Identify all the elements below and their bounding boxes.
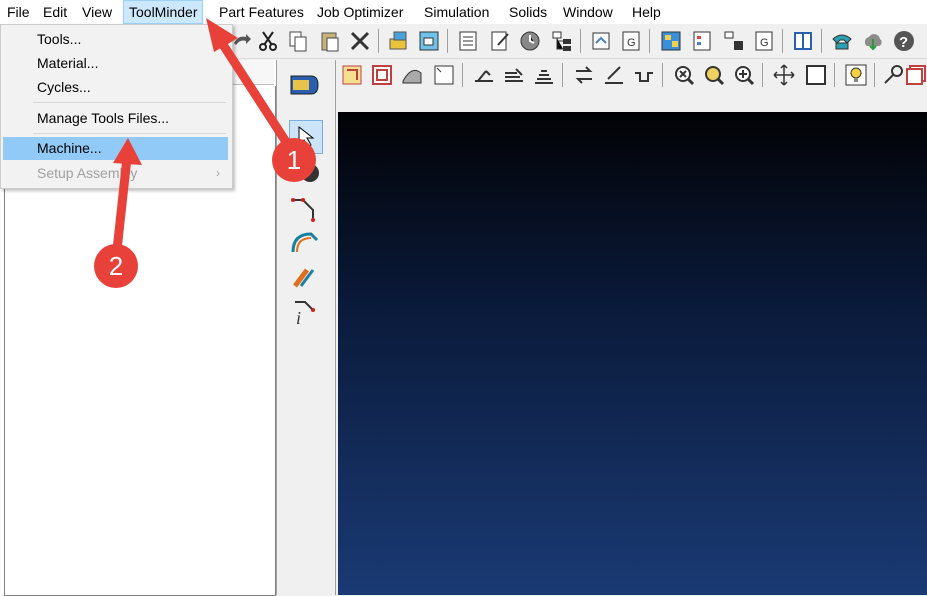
menu-solids[interactable]: Solids	[504, 0, 552, 24]
menu-file[interactable]: File	[2, 0, 35, 24]
menu-item-tools[interactable]: Tools...	[3, 28, 228, 51]
svg-text:?: ?	[899, 34, 908, 51]
zoom-window-icon[interactable]	[702, 63, 726, 87]
feature-toolbar: i	[277, 60, 336, 595]
probe-icon[interactable]	[882, 63, 906, 87]
reverse-direction-icon[interactable]	[572, 63, 596, 87]
view-setup-icon[interactable]	[417, 29, 441, 53]
menu-item-cycles[interactable]: Cycles...	[3, 76, 228, 99]
delete-icon[interactable]	[348, 29, 372, 53]
menu-help[interactable]: Help	[627, 0, 666, 24]
toolminder-dropdown: Tools... Material... Cycles... Manage To…	[0, 24, 233, 189]
clock-icon[interactable]	[518, 29, 542, 53]
tree-structure-icon[interactable]	[550, 29, 574, 53]
toolbar-separator	[447, 29, 448, 53]
toolbar-separator	[580, 29, 581, 53]
surface-feature-icon[interactable]	[400, 63, 424, 87]
copy-icon[interactable]	[286, 29, 310, 53]
cloud-update-icon[interactable]	[861, 29, 885, 53]
menu-edit[interactable]: Edit	[38, 0, 72, 24]
svg-text:G: G	[627, 37, 636, 49]
menu-item-machine[interactable]: Machine...	[3, 137, 228, 160]
zoom-in-icon[interactable]	[732, 63, 756, 87]
edit-notes-icon[interactable]	[488, 29, 512, 53]
pointer-arrow-icon	[298, 125, 315, 148]
menu-simulation[interactable]: Simulation	[419, 0, 494, 24]
toolbar-separator	[462, 63, 463, 87]
feature-wizard-icon[interactable]	[287, 68, 321, 102]
toolbar-separator	[378, 29, 379, 53]
toolbar-separator	[874, 63, 875, 87]
menu-job-optimizer[interactable]: Job Optimizer	[312, 0, 408, 24]
contour-icon[interactable]	[472, 63, 496, 87]
phone-support-icon[interactable]	[830, 29, 854, 53]
svg-text:G: G	[760, 37, 769, 49]
feature-sphere-icon[interactable]	[287, 158, 321, 192]
part-stock-icon[interactable]	[387, 29, 411, 53]
toolbar-separator	[662, 63, 663, 87]
zoom-extents-icon[interactable]	[672, 63, 696, 87]
split-view-icon[interactable]	[791, 29, 815, 53]
pan-icon[interactable]	[772, 63, 796, 87]
stock-feature-icon[interactable]	[432, 63, 456, 87]
setup-tree-icon[interactable]	[722, 29, 746, 53]
toolbar-separator	[834, 63, 835, 87]
menu-part-features[interactable]: Part Features	[214, 0, 309, 24]
toolbar-separator	[562, 63, 563, 87]
menu-item-setup-assembly[interactable]: Setup Assembly ›	[3, 162, 228, 185]
setup-assembly-label: Setup Assembly	[37, 165, 138, 181]
redo-icon[interactable]	[230, 29, 254, 53]
pocket-feature-icon[interactable]	[370, 63, 394, 87]
menu-item-material[interactable]: Material...	[3, 52, 228, 75]
menu-separator	[33, 133, 226, 134]
3d-viewport[interactable]	[338, 112, 927, 595]
toolbar-separator	[649, 29, 650, 53]
fit-box-icon[interactable]	[804, 63, 828, 87]
menu-toolminder[interactable]: ToolMinder	[123, 0, 204, 24]
g-code-icon[interactable]: G	[619, 29, 643, 53]
chain-arc-icon[interactable]	[287, 226, 321, 260]
select-tool-button[interactable]	[289, 120, 323, 154]
menu-separator	[33, 102, 226, 103]
layers-icon[interactable]	[904, 63, 927, 87]
submenu-arrow-icon: ›	[216, 166, 220, 180]
view-toolbar	[336, 60, 927, 90]
stepover-icon[interactable]	[532, 63, 556, 87]
operation-list-icon[interactable]	[690, 29, 714, 53]
step-path-icon[interactable]	[632, 63, 656, 87]
light-bulb-icon[interactable]	[844, 63, 868, 87]
toolbar-separator	[821, 29, 822, 53]
menu-window[interactable]: Window	[558, 0, 618, 24]
menu-view[interactable]: View	[77, 0, 117, 24]
new-feature-icon[interactable]	[340, 63, 364, 87]
roughing-icon[interactable]	[502, 63, 526, 87]
toolbar-separator	[762, 63, 763, 87]
menu-item-manage-tools-files[interactable]: Manage Tools Files...	[3, 107, 228, 130]
g-file-icon[interactable]: G	[752, 29, 776, 53]
menu-bar: File Edit View ToolMinder Part Features …	[0, 0, 927, 24]
toolbar-separator	[782, 29, 783, 53]
profile-corner-icon[interactable]	[287, 192, 321, 226]
svg-text:i: i	[296, 308, 301, 328]
post-process-icon[interactable]	[589, 29, 613, 53]
job-list-icon[interactable]	[456, 29, 480, 53]
tool-table-icon[interactable]	[659, 29, 683, 53]
link-chain-icon[interactable]	[287, 260, 321, 294]
feature-info-icon[interactable]: i	[287, 294, 321, 328]
cut-icon[interactable]	[256, 29, 280, 53]
help-icon[interactable]: ?	[892, 29, 916, 53]
edit-path-icon[interactable]	[602, 63, 626, 87]
paste-icon[interactable]	[318, 29, 342, 53]
